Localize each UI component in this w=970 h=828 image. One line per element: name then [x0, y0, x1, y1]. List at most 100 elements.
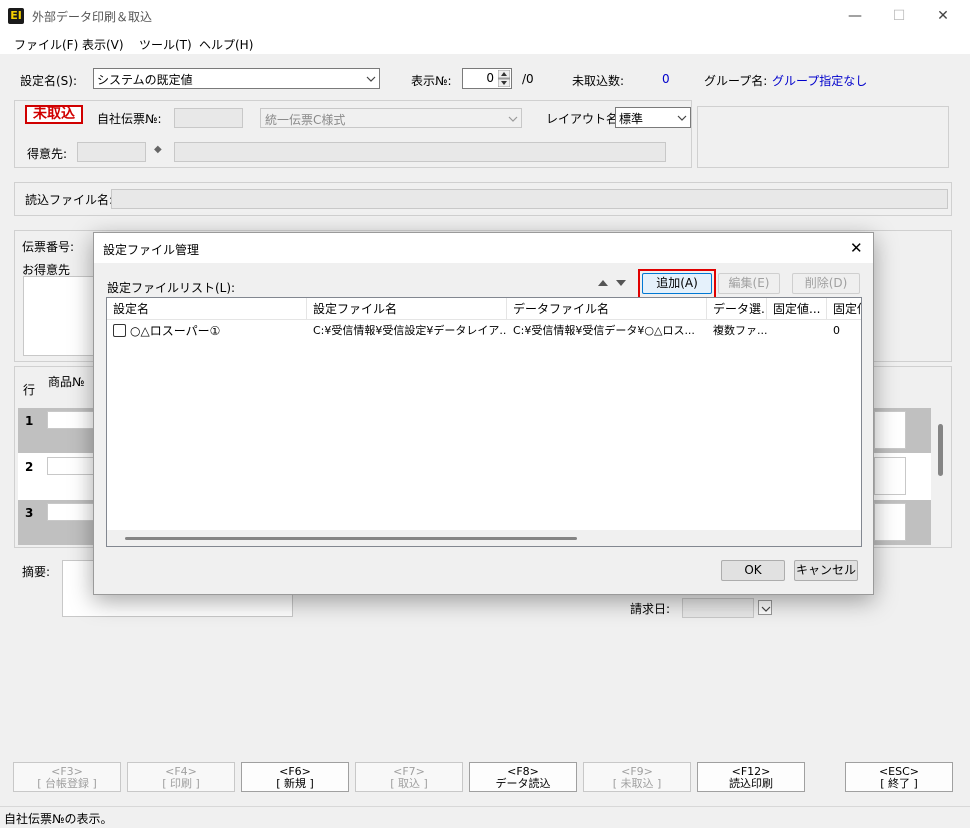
f7-button[interactable]: <F7>[ 取込 ] [355, 762, 463, 792]
row-number: 1 [25, 414, 34, 428]
settings-list-label: 設定ファイルリスト(L): [107, 281, 236, 295]
horizontal-scrollbar[interactable] [107, 530, 861, 546]
settings-name-select[interactable]: システムの既定値 [93, 68, 380, 89]
product-field[interactable] [47, 503, 97, 521]
product-field[interactable] [47, 457, 97, 475]
fkey-label: [ 新規 ] [276, 777, 314, 790]
list-header: 設定名 設定ファイル名 データファイル名 データ選... 固定値... 固定値 [107, 298, 861, 320]
grid-cell[interactable] [874, 503, 906, 541]
customer-code-field[interactable] [77, 142, 146, 162]
customer-label: 得意先: [27, 147, 68, 161]
layout-value: 標準 [619, 112, 644, 126]
memo-label: 摘要: [22, 565, 51, 579]
menu-bar: ファイル(F) 表示(V) ツール(T) ヘルプ(H) [0, 32, 970, 54]
cell-settings-file: C:¥受信情報¥受信設定¥データレイア... [313, 324, 507, 337]
grid-scrollbar[interactable] [938, 424, 943, 476]
cell-data-select: 複数ファ... [713, 324, 767, 337]
col-fixed-1[interactable]: 固定値... [767, 298, 827, 320]
esc-button[interactable]: <ESC>[ 終了 ] [845, 762, 953, 792]
col-fixed-2[interactable]: 固定値 [827, 298, 861, 320]
minimize-button[interactable]: — [832, 0, 878, 32]
bill-date-label: 請求日: [630, 602, 671, 616]
settings-file-dialog: 設定ファイル管理 ✕ 設定ファイルリスト(L): 追加(A) 編集(E) 削除(… [93, 232, 874, 595]
settings-name-label: 設定名(S): [20, 74, 78, 88]
close-button[interactable]: ✕ [920, 0, 966, 32]
grid-row-header: 行 [23, 383, 36, 397]
f4-button[interactable]: <F4>[ 印刷 ] [127, 762, 235, 792]
customer-name-field[interactable] [174, 142, 666, 162]
menu-file[interactable]: ファイル(F) [14, 36, 78, 53]
chevron-down-icon [761, 606, 771, 612]
bill-date-dropdown[interactable] [758, 600, 772, 615]
display-no-value: 0 [486, 71, 494, 85]
bill-date-field[interactable] [682, 598, 754, 618]
col-data-select[interactable]: データ選... [707, 298, 767, 320]
layout-select[interactable]: 標準 [615, 107, 691, 128]
slip-format-select[interactable]: 統一伝票C様式 [260, 108, 522, 128]
info-panel [697, 106, 949, 168]
display-no-spinner[interactable]: 0 [462, 68, 512, 89]
app-icon: EI [8, 8, 24, 24]
display-no-label: 表示№: [411, 74, 452, 88]
title-bar: EI 外部データ印刷＆取込 — ☐ ✕ [0, 0, 970, 32]
unimported-label: 未取込数: [572, 74, 625, 88]
grid-cell[interactable] [874, 457, 906, 495]
grid-cell[interactable] [874, 411, 906, 449]
f9-button[interactable]: <F9>[ 未取込 ] [583, 762, 691, 792]
row-number: 3 [25, 506, 34, 520]
product-field[interactable] [47, 411, 97, 429]
chevron-down-icon [508, 116, 518, 122]
read-file-label: 読込ファイル名: [25, 193, 114, 207]
fkey-label: [ 取込 ] [390, 777, 428, 790]
fkey-label: [ 印刷 ] [162, 777, 200, 790]
diamond-icon[interactable]: ◆ [154, 144, 162, 155]
layout-label: レイアウト名: [546, 112, 623, 126]
move-up-icon[interactable] [597, 278, 609, 288]
maximize-button[interactable]: ☐ [876, 0, 922, 32]
settings-name-value: システムの既定値 [97, 73, 193, 87]
settings-file-list[interactable]: 設定名 設定ファイル名 データファイル名 データ選... 固定値... 固定値 … [106, 297, 862, 547]
status-bar: 自社伝票№の表示。 [0, 806, 970, 828]
col-settings-name[interactable]: 設定名 [107, 298, 307, 320]
chevron-down-icon [677, 115, 687, 121]
grid-product-header: 商品№ [48, 375, 85, 389]
slip-no-label: 自社伝票№: [97, 112, 162, 126]
cancel-button[interactable]: キャンセル [794, 560, 858, 581]
menu-view[interactable]: 表示(V) [82, 36, 124, 53]
add-button[interactable]: 追加(A) [642, 273, 712, 294]
spinner-arrows-icon[interactable] [498, 70, 510, 87]
dialog-close-icon[interactable]: ✕ [850, 239, 863, 257]
list-item[interactable]: ○△ロスーパー① C:¥受信情報¥受信設定¥データレイア... C:¥受信情報¥… [107, 321, 861, 341]
fkey-label: [ 台帳登録 ] [37, 777, 97, 790]
cell-fixed-2: 0 [833, 324, 840, 337]
scrollbar-thumb[interactable] [125, 537, 577, 540]
edit-button[interactable]: 編集(E) [718, 273, 780, 294]
slip-format-value: 統一伝票C様式 [265, 113, 346, 127]
f12-button[interactable]: <F12> 読込印刷 [697, 762, 805, 792]
cell-data-file: C:¥受信情報¥受信データ¥○△ロス... [513, 324, 695, 337]
read-file-field[interactable] [111, 189, 948, 209]
f3-button[interactable]: <F3>[ 台帳登録 ] [13, 762, 121, 792]
cell-fixed-1 [767, 322, 827, 340]
fkey-label: 読込印刷 [729, 777, 773, 790]
col-settings-file[interactable]: 設定ファイル名 [307, 298, 507, 320]
status-text: 自社伝票№の表示。 [4, 812, 113, 826]
row-number: 2 [25, 460, 34, 474]
status-badge: 未取込 [25, 105, 83, 124]
window-title: 外部データ印刷＆取込 [32, 10, 153, 24]
dialog-title-bar: 設定ファイル管理 ✕ [94, 233, 873, 263]
f6-button[interactable]: <F6>[ 新規 ] [241, 762, 349, 792]
ok-button[interactable]: OK [721, 560, 785, 581]
fkey-label: [ 終了 ] [880, 777, 918, 790]
delete-button[interactable]: 削除(D) [792, 273, 860, 294]
menu-tools[interactable]: ツール(T) [139, 36, 192, 53]
fkey-label: データ読込 [495, 777, 551, 790]
dialog-title: 設定ファイル管理 [103, 243, 200, 257]
move-down-icon[interactable] [615, 278, 627, 288]
col-data-file[interactable]: データファイル名 [507, 298, 707, 320]
menu-help[interactable]: ヘルプ(H) [199, 36, 253, 53]
chevron-down-icon [366, 76, 376, 82]
f8-button[interactable]: <F8> データ読込 [469, 762, 577, 792]
slip-no-field[interactable] [174, 108, 243, 128]
detail-customer-box[interactable] [23, 276, 95, 356]
